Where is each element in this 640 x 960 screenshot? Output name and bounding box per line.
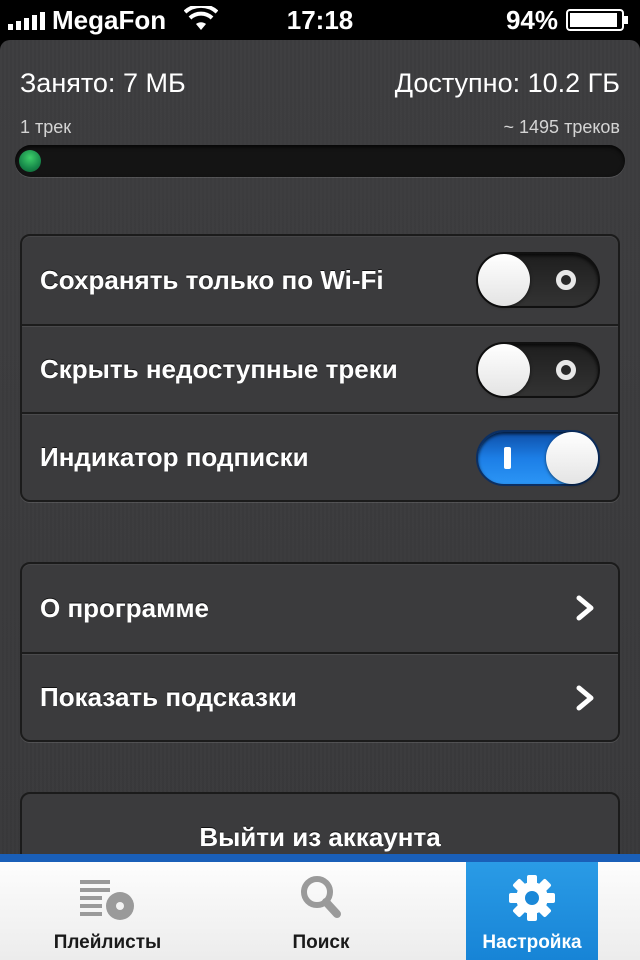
setting-label: Скрыть недоступные треки	[40, 353, 398, 384]
logout-label: Выйти из аккаунта	[199, 822, 441, 852]
tracks-used-label: 1 трек	[20, 117, 72, 137]
links-group: О программе Показать подсказки	[20, 562, 620, 742]
show-hints-row[interactable]: Показать подсказки	[22, 652, 618, 740]
tab-search[interactable]: Поиск	[215, 862, 427, 960]
toggle-knob	[478, 344, 530, 396]
storage-used-label: Занято: 7 МБ	[20, 68, 186, 98]
tab-label: Плейлисты	[53, 932, 162, 953]
status-bar: MegaFon 17:18 94%	[0, 0, 640, 40]
playlists-icon	[79, 880, 134, 920]
setting-row-subscription-indicator: Индикатор подписки	[22, 412, 618, 500]
tab-settings[interactable]: Настройка	[466, 862, 598, 960]
tab-bar: Плейлисты Поиск Настройка	[0, 854, 640, 960]
toggle-knob	[546, 432, 598, 484]
logout-button[interactable]: Выйти из аккаунта	[20, 792, 620, 862]
gear-icon	[509, 875, 555, 921]
setting-label: Показать подсказки	[40, 681, 297, 712]
chevron-right-icon	[576, 685, 594, 711]
toggle-off-mark	[556, 270, 576, 290]
toggles-group: Сохранять только по Wi-Fi Скрыть недосту…	[20, 234, 620, 502]
settings-screen: Занято: 7 МБ Доступно: 10.2 ГБ 1 трек ~ …	[0, 40, 640, 862]
search-icon	[301, 876, 341, 918]
chevron-right-icon	[576, 595, 594, 621]
setting-label: Индикатор подписки	[40, 441, 309, 472]
tab-label: Настройка	[482, 932, 582, 953]
tab-label: Поиск	[292, 932, 350, 953]
storage-available-label: Доступно: 10.2 ГБ	[394, 68, 620, 98]
storage-progress-bar	[15, 145, 625, 177]
tab-playlists[interactable]: Плейлисты	[0, 862, 215, 960]
setting-row-hide-unavailable: Скрыть недоступные треки	[22, 324, 618, 412]
hide-unavailable-toggle[interactable]	[476, 342, 600, 398]
battery-percentage: 94%	[505, 5, 558, 35]
toggle-knob	[478, 254, 530, 306]
setting-label: О программе	[40, 592, 210, 623]
about-app-row[interactable]: О программе	[22, 564, 618, 652]
tracks-available-label: ~ 1495 треков	[503, 117, 620, 137]
subscription-indicator-toggle[interactable]	[476, 430, 600, 486]
toggle-off-mark	[556, 360, 576, 380]
battery-icon	[566, 9, 628, 31]
wifi-only-toggle[interactable]	[476, 252, 600, 308]
toggle-on-mark	[504, 447, 511, 469]
setting-label: Сохранять только по Wi-Fi	[40, 264, 384, 295]
setting-row-wifi-only: Сохранять только по Wi-Fi	[22, 236, 618, 324]
storage-progress-fill	[19, 150, 41, 172]
